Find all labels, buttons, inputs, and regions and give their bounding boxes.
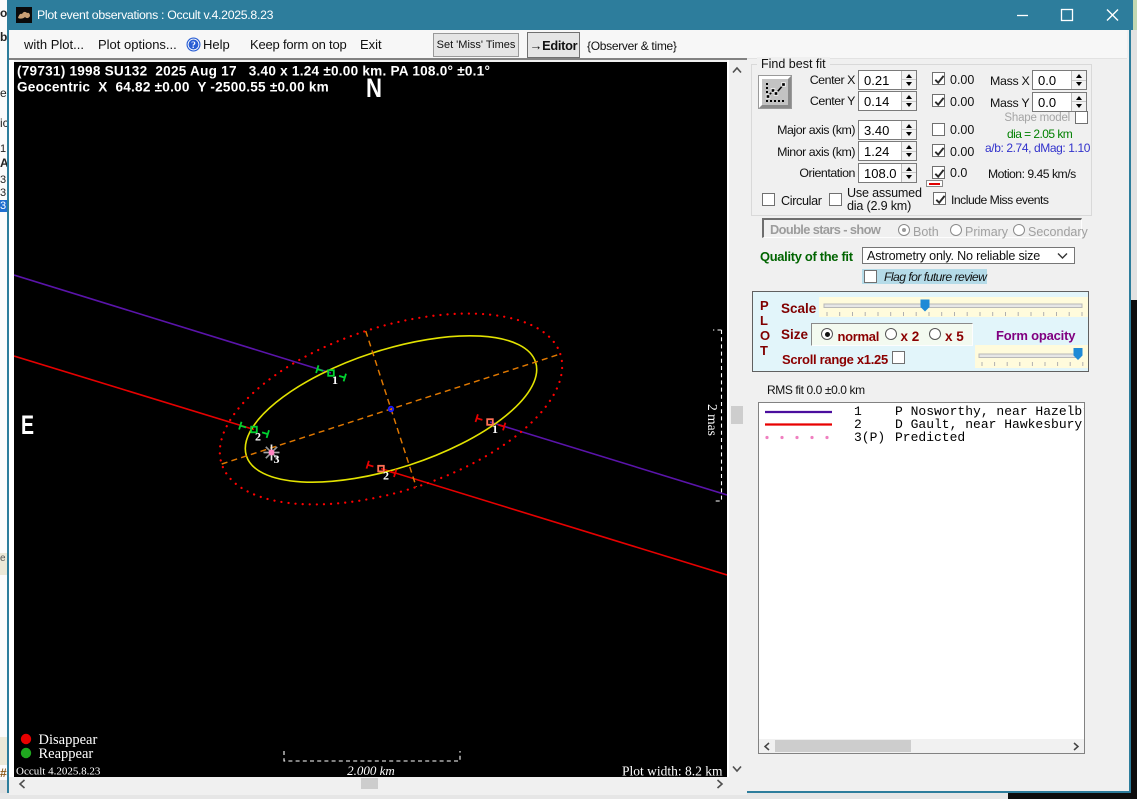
svg-text:Reappear: Reappear	[39, 746, 94, 762]
svg-text:?: ?	[191, 41, 196, 51]
svg-text:Geocentric X 64.82 ±0.00 Y: Geocentric X 64.82 ±0.00 Y -2500.55 ±0.0…	[17, 80, 329, 95]
svg-text:1: 1	[492, 422, 498, 436]
svg-text:(79731) 1998 SU132 2025 Aug 1: (79731) 1998 SU132 2025 Aug 17 3.40 x 1.…	[17, 64, 490, 79]
svg-text:Occult 4.2025.8.23: Occult 4.2025.8.23	[16, 766, 101, 778]
svg-text:Plot width: 8.2 km: Plot width: 8.2 km	[622, 764, 723, 778]
svg-text:2.000 km: 2.000 km	[347, 763, 395, 777]
svg-text:N: N	[366, 73, 382, 103]
svg-text:2: 2	[383, 469, 389, 483]
svg-text:2: 2	[255, 430, 261, 444]
svg-text:2 mas: 2 mas	[705, 404, 720, 436]
svg-text:3: 3	[274, 452, 280, 466]
svg-text:E: E	[21, 410, 34, 440]
svg-text:1: 1	[332, 373, 338, 387]
